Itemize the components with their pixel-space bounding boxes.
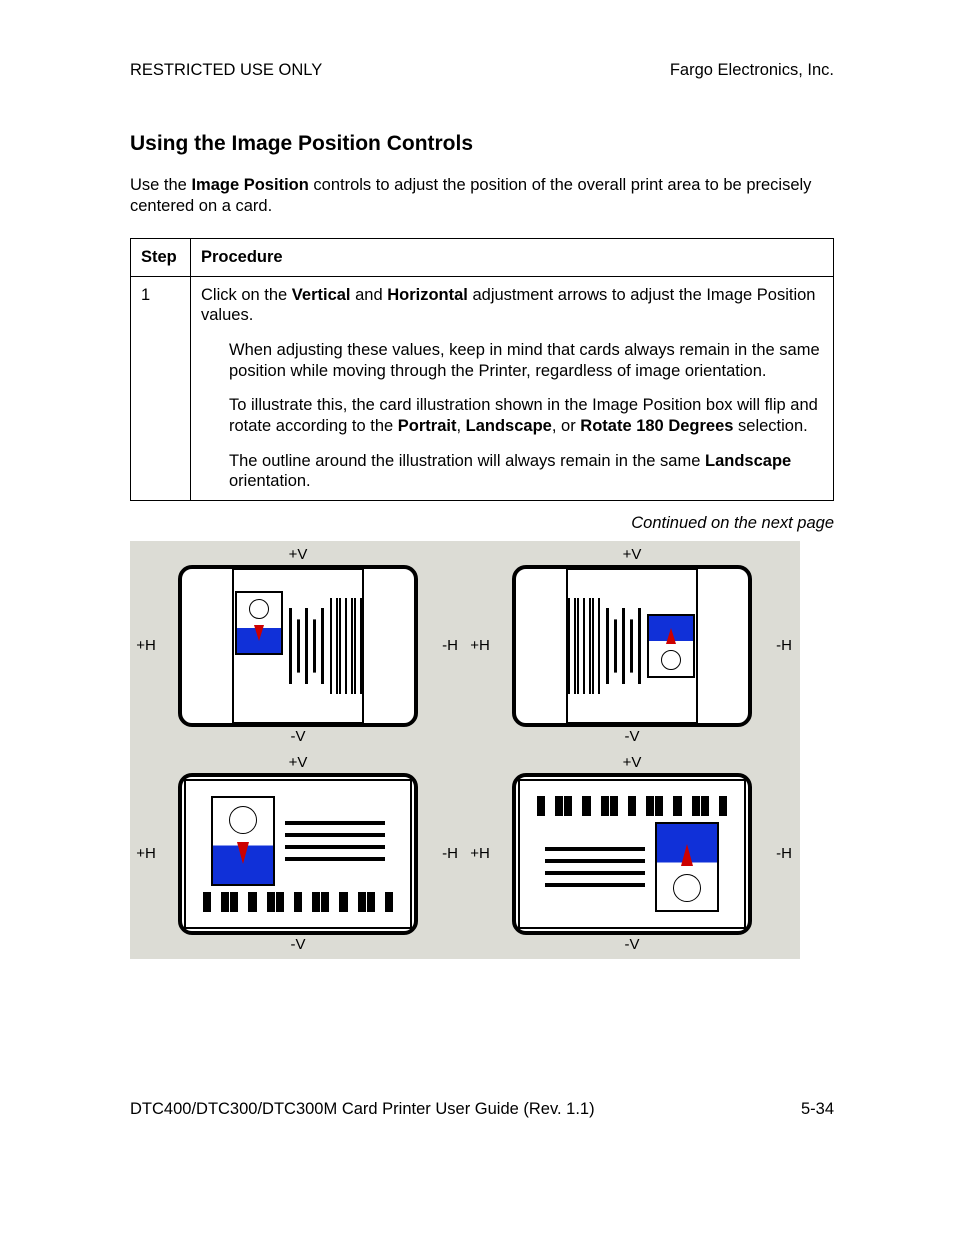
header-left: RESTRICTED USE ONLY [130,60,322,81]
footer-left: DTC400/DTC300/DTC300M Card Printer User … [130,1099,595,1120]
label-minus-v: -V [291,728,306,747]
card-outline [512,773,752,935]
label-plus-h: +H [136,637,156,656]
label-minus-h: -H [442,637,458,656]
col-step: Step [131,239,191,277]
person-icon [235,591,283,655]
person-icon [211,796,275,886]
procedure-cell: Click on the Vertical and Horizontal adj… [191,276,834,500]
step-number: 1 [131,276,191,500]
header-right: Fargo Electronics, Inc. [670,60,834,81]
orientation-diagram: +V +H -H -V +V +H [130,541,800,959]
procedure-table: Step Procedure 1 Click on the Vertical a… [130,238,834,501]
diagram-landscape: +V +H -H -V [134,753,462,955]
person-icon [655,822,719,912]
barcode-icon [203,892,393,912]
label-plus-v: +V [289,546,308,565]
text-lines-icon [545,847,645,887]
person-icon [648,614,696,678]
card-outline [178,565,418,727]
diagram-portrait-180: +V +H -H -V [468,545,796,747]
footer-page: 5-34 [801,1099,834,1120]
barcode-icon [330,598,362,694]
card-outline [512,565,752,727]
page-title: Using the Image Position Controls [130,131,834,157]
intro-paragraph: Use the Image Position controls to adjus… [130,175,834,216]
diagram-landscape-180: +V +H -H -V [468,753,796,955]
continued-note: Continued on the next page [130,513,834,534]
text-lines-icon [289,608,324,684]
diagram-portrait: +V +H -H -V [134,545,462,747]
barcode-icon [537,796,727,816]
col-procedure: Procedure [191,239,834,277]
text-lines-icon [285,821,385,861]
text-lines-icon [607,608,642,684]
card-outline [178,773,418,935]
barcode-icon [569,598,601,694]
